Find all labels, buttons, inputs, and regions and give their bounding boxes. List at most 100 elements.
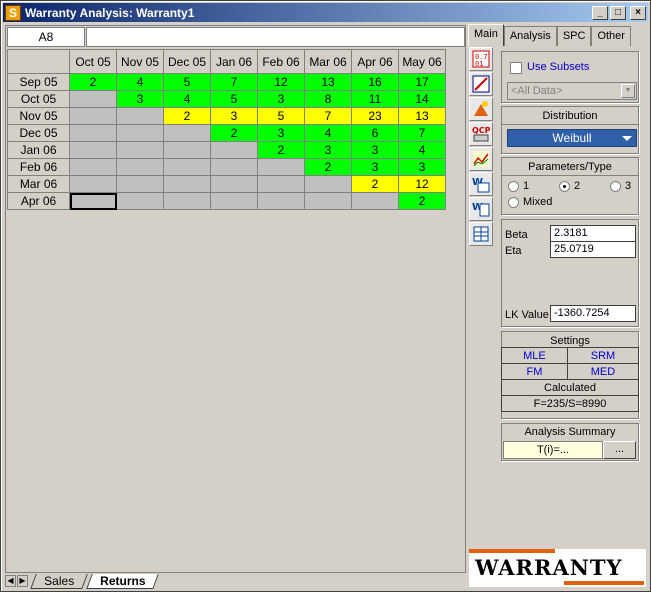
tab-spc[interactable]: SPC	[556, 26, 592, 46]
grid-cell[interactable]	[257, 158, 305, 176]
grid-corner[interactable]	[7, 49, 70, 74]
grid-cell[interactable]: 3	[257, 90, 305, 108]
grid-cell[interactable]: 2	[398, 192, 446, 210]
grid-cell[interactable]: 3	[257, 124, 305, 142]
grid-cell[interactable]	[210, 141, 258, 159]
setting-srm[interactable]: SRM	[566, 347, 640, 364]
grid-cell[interactable]: 7	[304, 107, 352, 125]
next-sheet-arrow-icon[interactable]: ▶	[17, 575, 28, 587]
grid-cell[interactable]	[69, 192, 117, 210]
grid-cell[interactable]: 3	[210, 107, 258, 125]
tab-other[interactable]: Other	[591, 26, 631, 46]
grid-cell[interactable]	[116, 124, 164, 142]
column-header[interactable]: Nov 05	[116, 49, 164, 74]
tab-analysis[interactable]: Analysis	[503, 26, 557, 46]
lk-value-field[interactable]: -1360.7254	[550, 305, 636, 322]
summary-field[interactable]: T(i)=...	[503, 441, 603, 459]
grid-cell[interactable]: 6	[351, 124, 399, 142]
grid-cell[interactable]	[163, 158, 211, 176]
grid-cell[interactable]: 4	[116, 73, 164, 91]
grid-cell[interactable]	[116, 192, 164, 210]
param-radio-3[interactable]	[610, 181, 621, 192]
grid-cell[interactable]	[163, 192, 211, 210]
grid-cell[interactable]: 8	[304, 90, 352, 108]
maximize-button[interactable]: □	[610, 5, 626, 20]
grid-cell[interactable]	[257, 192, 305, 210]
grid-cell[interactable]: 2	[69, 73, 117, 91]
column-header[interactable]: May 06	[398, 49, 446, 74]
grid-cell[interactable]: 4	[163, 90, 211, 108]
grid-cell[interactable]: 2	[351, 175, 399, 193]
chart-wizard-icon[interactable]	[469, 97, 493, 121]
grid-cell[interactable]: 3	[351, 141, 399, 159]
row-header[interactable]: Jan 06	[7, 141, 70, 159]
chevron-down-icon[interactable]: ▼	[621, 84, 635, 98]
grid-cell[interactable]	[69, 107, 117, 125]
grid-cell[interactable]	[257, 175, 305, 193]
grid-cell[interactable]: 3	[351, 158, 399, 176]
grid-cell[interactable]: 4	[398, 141, 446, 159]
row-header[interactable]: Mar 06	[7, 175, 70, 193]
column-header[interactable]: Feb 06	[257, 49, 305, 74]
grid-cell[interactable]: 2	[210, 124, 258, 142]
grid-cell[interactable]: 5	[257, 107, 305, 125]
column-header[interactable]: Mar 06	[304, 49, 352, 74]
grid-cell[interactable]: 12	[257, 73, 305, 91]
grid-cell[interactable]	[351, 192, 399, 210]
grid-cell[interactable]	[210, 192, 258, 210]
sheet-tab-sales[interactable]: Sales	[30, 573, 88, 589]
subset-combo[interactable]: <All Data> ▼	[507, 82, 637, 100]
word-report-icon[interactable]: W	[469, 172, 493, 196]
table-icon[interactable]	[469, 222, 493, 246]
grid-cell[interactable]	[69, 141, 117, 159]
summary-more-button[interactable]: ...	[603, 441, 636, 459]
word-export-icon[interactable]: W	[469, 197, 493, 221]
formula-bar[interactable]	[86, 27, 465, 47]
distribution-dropdown[interactable]: Weibull	[507, 129, 637, 147]
grid-cell[interactable]: 3	[304, 141, 352, 159]
use-subsets-label[interactable]: Use Subsets	[527, 61, 589, 73]
row-header[interactable]: Sep 05	[7, 73, 70, 91]
grid-cell[interactable]: 17	[398, 73, 446, 91]
column-header[interactable]: Jan 06	[210, 49, 258, 74]
grid-cell[interactable]: 5	[163, 73, 211, 91]
grid-cell[interactable]	[304, 192, 352, 210]
tab-main[interactable]: Main	[468, 24, 504, 46]
column-header[interactable]: Dec 05	[163, 49, 211, 74]
grid-cell[interactable]	[116, 107, 164, 125]
grid-cell[interactable]: 11	[351, 90, 399, 108]
grid-cell[interactable]	[210, 175, 258, 193]
grid-cell[interactable]	[69, 90, 117, 108]
grid-cell[interactable]	[69, 124, 117, 142]
grid-cell[interactable]	[116, 158, 164, 176]
param-radio-2[interactable]	[559, 181, 570, 192]
probability-plot-icon[interactable]	[469, 72, 493, 96]
grid-cell[interactable]: 2	[257, 141, 305, 159]
grid-cell[interactable]: 2	[163, 107, 211, 125]
prev-sheet-arrow-icon[interactable]: ◀	[5, 575, 16, 587]
grid-cell[interactable]: 3	[116, 90, 164, 108]
qcp-icon[interactable]: QCP	[469, 122, 493, 146]
grid-cell[interactable]	[69, 158, 117, 176]
cell-reference-box[interactable]: A8	[7, 27, 85, 47]
grid-cell[interactable]	[116, 175, 164, 193]
column-header[interactable]: Apr 06	[351, 49, 399, 74]
grid-cell[interactable]: 14	[398, 90, 446, 108]
column-header[interactable]: Oct 05	[69, 49, 117, 74]
grid-cell[interactable]	[304, 175, 352, 193]
grid-cell[interactable]: 4	[304, 124, 352, 142]
setting-fm[interactable]: FM	[501, 363, 568, 380]
weibull-plot-icon[interactable]: 0.7 01	[469, 47, 493, 71]
grid-cell[interactable]	[116, 141, 164, 159]
grid-cell[interactable]	[163, 141, 211, 159]
row-header[interactable]: Dec 05	[7, 124, 70, 142]
grid-cell[interactable]	[163, 175, 211, 193]
grid-cell[interactable]: 7	[398, 124, 446, 142]
grid-cell[interactable]: 3	[398, 158, 446, 176]
grid-cell[interactable]: 7	[210, 73, 258, 91]
grid-cell[interactable]: 12	[398, 175, 446, 193]
eta-field[interactable]: 25.0719	[550, 241, 636, 258]
row-header[interactable]: Feb 06	[7, 158, 70, 176]
row-header[interactable]: Apr 06	[7, 192, 70, 210]
grid-cell[interactable]: 2	[304, 158, 352, 176]
